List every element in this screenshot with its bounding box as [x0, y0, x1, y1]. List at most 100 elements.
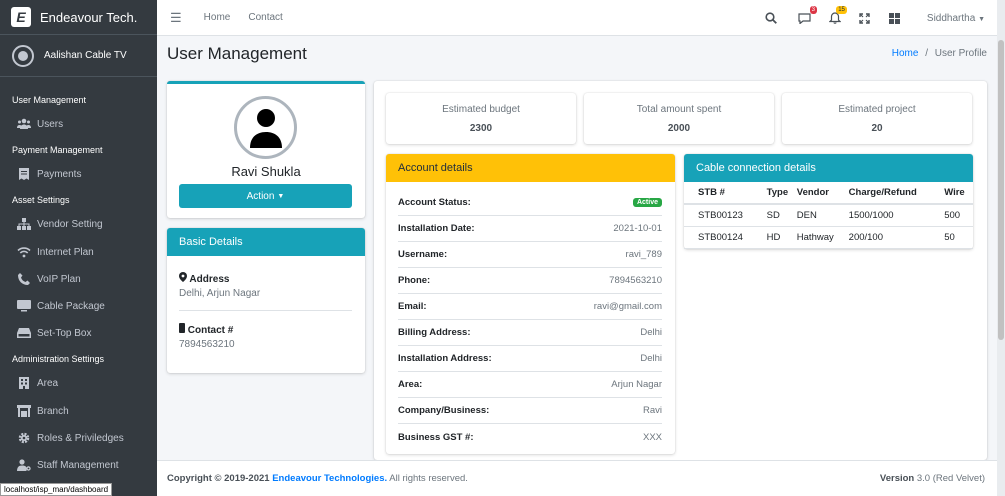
- account-row: Installation Address: Delhi: [398, 346, 662, 372]
- sidebar-item-label: Roles & Priviledges: [37, 432, 124, 444]
- sidebar-item-payments[interactable]: Payments: [0, 162, 157, 186]
- profile-name: Ravi Shukla: [231, 164, 301, 179]
- sidebar-item-set-top-box[interactable]: Set-Top Box: [0, 321, 157, 345]
- page-title: User Management: [167, 44, 307, 63]
- company-link[interactable]: Endeavour Technologies.: [272, 473, 387, 484]
- nav-link-home[interactable]: Home: [204, 12, 231, 23]
- account-label: Area:: [398, 379, 423, 390]
- table-cell: 1500/1000: [848, 204, 945, 227]
- action-dropdown-button[interactable]: Action ▼: [179, 184, 352, 208]
- sidebar-item-label: Staff Management: [37, 459, 119, 471]
- messages-badge: 3: [809, 6, 817, 14]
- table-cell: SD: [766, 204, 797, 227]
- table-row: STB00123 SD DEN 1500/1000 500: [684, 204, 973, 227]
- breadcrumb-separator: /: [925, 48, 928, 59]
- company-panel[interactable]: Aalishan Cable TV: [0, 35, 157, 77]
- table-cell: STB00123: [684, 204, 767, 227]
- copyright: Copyright © 2019-2021 Endeavour Technolo…: [167, 473, 468, 484]
- account-label: Company/Business:: [398, 405, 490, 416]
- building-icon: [17, 376, 31, 390]
- table-cell: 500: [944, 204, 973, 227]
- account-row: Installation Date: 2021-10-01: [398, 216, 662, 242]
- breadcrumb-home[interactable]: Home: [892, 48, 919, 59]
- account-label: Phone:: [398, 275, 431, 286]
- status-url: localhost/isp_man/dashboard: [0, 483, 113, 496]
- divider: [179, 310, 352, 311]
- account-row: Billing Address: Delhi: [398, 320, 662, 346]
- account-details-title: Account details: [386, 154, 675, 182]
- sidebar-item-label: Set-Top Box: [37, 327, 92, 339]
- contact-label-text: Contact #: [187, 325, 234, 336]
- warehouse-icon: [17, 404, 31, 418]
- top-navbar: ☰ Home Contact 3 15 Siddhartha ▼: [157, 0, 1005, 36]
- brand-name: Endeavour Tech.: [40, 9, 138, 25]
- account-value: ravi@gmail.com: [593, 301, 662, 312]
- receipt-icon: [17, 167, 31, 181]
- sidebar-item-internet-plan[interactable]: Internet Plan: [0, 240, 157, 264]
- footer: Copyright © 2019-2021 Endeavour Technolo…: [157, 460, 1005, 496]
- sidebar-item-voip-plan[interactable]: VoIP Plan: [0, 267, 157, 291]
- table-cell: 200/100: [848, 226, 945, 249]
- brand-link[interactable]: E Endeavour Tech.: [0, 0, 157, 35]
- sidebar-item-label: Cable Package: [37, 300, 105, 312]
- menu-toggle-icon[interactable]: ☰: [170, 10, 182, 26]
- table-header-row: STB # Type Vendor Charge/Refund Wire: [684, 182, 973, 205]
- sidebar-item-branch[interactable]: Branch: [0, 399, 157, 423]
- account-row: Phone: 7894563210: [398, 268, 662, 294]
- table-row: STB00124 HD Hathway 200/100 50: [684, 226, 973, 249]
- column-header: Wire: [944, 182, 973, 205]
- breadcrumb-current: User Profile: [934, 48, 987, 59]
- sidebar-item-staff-management[interactable]: Staff Management: [0, 453, 157, 477]
- stat-value: 2300: [469, 123, 493, 134]
- version: Version 3.0 (Red Velvet): [880, 473, 985, 484]
- page-scrollbar[interactable]: [997, 0, 1005, 496]
- account-value: Delhi: [640, 327, 662, 338]
- messages-icon[interactable]: 3: [797, 6, 817, 26]
- copyright-text: Copyright © 2019-2021: [167, 473, 270, 484]
- phone-icon: [17, 272, 31, 286]
- search-icon[interactable]: [763, 10, 779, 26]
- bell-icon[interactable]: 15: [827, 6, 847, 26]
- nav-link-contact[interactable]: Contact: [248, 12, 282, 23]
- status-badge: Active: [632, 198, 662, 207]
- caret-down-icon: ▼: [277, 192, 285, 200]
- cable-connection-title: Cable connection details: [684, 154, 973, 182]
- caret-down-icon: ▼: [978, 15, 985, 23]
- grid-icon[interactable]: [887, 10, 903, 26]
- nav-header-user-management: User Management: [12, 95, 87, 105]
- table-cell: DEN: [796, 204, 849, 227]
- account-label: Installation Date:: [398, 223, 475, 234]
- mobile-icon: [179, 323, 188, 336]
- column-header: Vendor: [796, 182, 849, 205]
- avatar: [234, 96, 297, 159]
- column-header: STB #: [684, 182, 767, 205]
- table-cell: Hathway: [796, 226, 849, 249]
- table-cell: 50: [944, 226, 973, 249]
- sidebar-item-label: Internet Plan: [37, 246, 94, 258]
- account-value: Delhi: [640, 353, 662, 364]
- user-name: Siddhartha: [926, 12, 976, 24]
- column-header: Type: [766, 182, 797, 205]
- scroll-thumb[interactable]: [998, 40, 1004, 340]
- user-cog-icon: [17, 458, 31, 472]
- sidebar-item-area[interactable]: Area: [0, 371, 157, 395]
- account-row-status: Account Status: Active: [398, 190, 662, 216]
- notifications-badge: 15: [836, 6, 847, 14]
- account-value: Arjun Nagar: [611, 379, 662, 390]
- basic-details-title: Basic Details: [167, 228, 365, 256]
- nav-header-administration-settings: Administration Settings: [12, 354, 105, 364]
- basic-details-card: Basic Details Address Delhi, Arjun Nagar…: [167, 228, 365, 373]
- fullscreen-icon[interactable]: [857, 10, 873, 26]
- address-label-text: Address: [189, 274, 230, 285]
- cable-connection-card: Cable connection details STB # Type Vend…: [684, 154, 973, 249]
- user-dropdown[interactable]: Siddhartha ▼: [927, 13, 985, 24]
- account-details-card: Account details Account Status: Active I…: [386, 154, 675, 454]
- contact-value: 7894563210: [179, 339, 235, 350]
- sidebar-item-users[interactable]: Users: [0, 112, 157, 136]
- version-label: Version: [879, 473, 915, 484]
- sidebar-item-roles-priviledges[interactable]: Roles & Priviledges: [0, 426, 157, 450]
- contact-label: Contact #: [179, 323, 233, 336]
- sidebar-item-cable-package[interactable]: Cable Package: [0, 294, 157, 318]
- hdd-icon: [17, 326, 31, 340]
- sidebar-item-vendor-setting[interactable]: Vendor Setting: [0, 212, 157, 236]
